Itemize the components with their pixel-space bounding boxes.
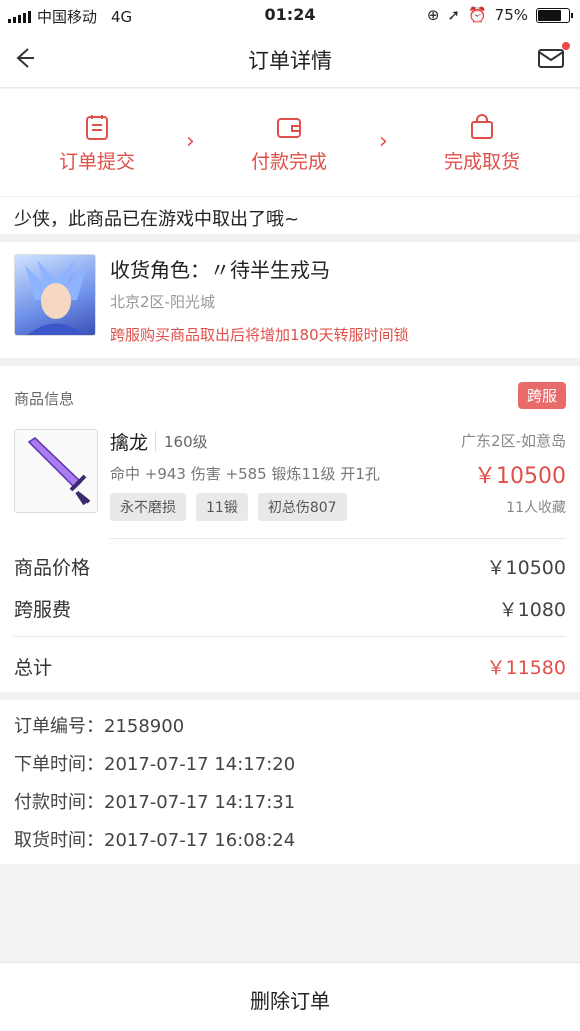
chevron-right-icon: › bbox=[186, 129, 195, 154]
price-value: ￥10500 bbox=[486, 557, 566, 579]
order-created-time: 下单时间：2017-07-17 14:17:20 bbox=[14, 754, 296, 775]
attribute-chip: 永不磨损 bbox=[110, 493, 186, 521]
item-price: ￥10500 bbox=[474, 464, 566, 489]
step-label: 订单提交 bbox=[58, 151, 135, 173]
sword-icon bbox=[27, 437, 91, 506]
item-server: 广东2区-如意岛 bbox=[461, 432, 566, 450]
order-paid-time: 付款时间：2017-07-17 14:17:31 bbox=[14, 792, 296, 813]
item-stats: 命中 +943 伤害 +585 锻炼11级 开1孔 bbox=[110, 465, 380, 483]
receiving-role-name: 收货角色：〃待半生戎马 bbox=[110, 258, 330, 282]
status-right: ⊕ ➚ ⏰ 75% bbox=[426, 6, 573, 24]
clipboard-icon bbox=[86, 115, 108, 140]
battery-percent: 75% bbox=[494, 6, 528, 24]
goods-info-section: 商品信息 跨服 擒龙 160级 广东2区-如意岛 命中 +943 伤害 +585… bbox=[0, 366, 580, 692]
order-progress: 订单提交 › 付款完成 › 完成取货 bbox=[0, 89, 580, 197]
character-avatar bbox=[14, 254, 96, 336]
order-number: 订单编号：2158900 bbox=[14, 716, 185, 737]
shopping-bag-icon bbox=[471, 114, 493, 139]
step-label: 完成取货 bbox=[443, 151, 520, 173]
orientation-lock-icon: ⊕ bbox=[426, 6, 440, 24]
chevron-right-icon: › bbox=[379, 129, 388, 154]
page-title: 订单详情 bbox=[248, 49, 332, 73]
battery-icon bbox=[536, 7, 573, 23]
attribute-chip: 初总伤807 bbox=[257, 493, 347, 521]
cross-server-badge: 跨服 bbox=[517, 382, 566, 409]
item-name[interactable]: 擒龙 bbox=[110, 428, 148, 455]
section-title: 商品信息 bbox=[14, 390, 75, 408]
nav-bar: 订单详情 bbox=[0, 30, 580, 88]
delete-order-button[interactable]: 删除订单 bbox=[0, 962, 580, 1031]
item-image[interactable] bbox=[14, 429, 98, 513]
step-paid: 付款完成 bbox=[219, 113, 359, 174]
order-picked-time: 取货时间：2017-07-17 16:08:24 bbox=[14, 830, 296, 851]
pickup-notice: 少侠，此商品已在游戏中取出了哦~ bbox=[0, 196, 580, 234]
order-info: 订单编号：2158900 下单时间：2017-07-17 14:17:20 付款… bbox=[0, 700, 580, 864]
total-label: 总计 bbox=[14, 657, 53, 679]
role-server: 北京2区-阳光城 bbox=[110, 293, 215, 311]
total-row: 总计 ￥11580 bbox=[14, 653, 566, 680]
item-level: 160级 bbox=[155, 431, 208, 452]
fee-row: 跨服费 ￥1080 bbox=[14, 595, 566, 622]
price-row: 商品价格 ￥10500 bbox=[14, 553, 566, 580]
wallet-icon bbox=[277, 118, 301, 138]
divider bbox=[110, 538, 566, 539]
alarm-icon: ⏰ bbox=[467, 6, 487, 24]
divider bbox=[14, 636, 566, 637]
location-icon: ➚ bbox=[447, 6, 460, 24]
step-picked-up: 完成取货 bbox=[412, 113, 552, 174]
favorite-count: 11人收藏 bbox=[506, 500, 566, 516]
transfer-lock-warning: 跨服购买商品取出后将增加180天转服时间锁 bbox=[110, 326, 409, 344]
total-value: ￥11580 bbox=[486, 657, 566, 679]
receiving-role-card: 收货角色：〃待半生戎马 北京2区-阳光城 跨服购买商品取出后将增加180天转服时… bbox=[0, 242, 580, 358]
status-bar: 中国移动 4G 01:24 ⊕ ➚ ⏰ 75% bbox=[0, 0, 580, 30]
step-submitted: 订单提交 bbox=[27, 113, 167, 174]
item-attributes: 永不磨损 11锻 初总伤807 bbox=[110, 493, 347, 521]
step-label: 付款完成 bbox=[250, 151, 327, 173]
attribute-chip: 11锻 bbox=[196, 493, 248, 521]
fee-label: 跨服费 bbox=[14, 599, 72, 621]
character-portrait-icon bbox=[25, 260, 87, 335]
price-label: 商品价格 bbox=[14, 557, 91, 579]
fee-value: ￥1080 bbox=[498, 599, 566, 621]
notification-dot bbox=[562, 42, 570, 50]
